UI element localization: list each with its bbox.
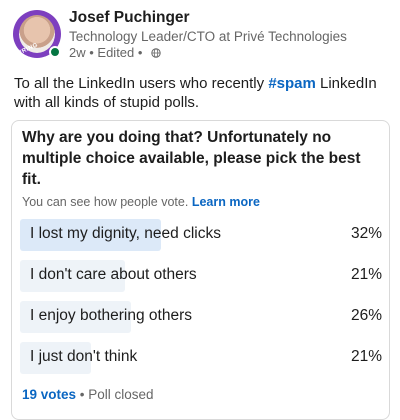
poll-option[interactable]: I lost my dignity, need clicks 32%: [20, 219, 382, 251]
poll-option-label: I lost my dignity, need clicks: [30, 225, 221, 242]
poll-option-percent: 26%: [350, 307, 382, 324]
globe-icon: [151, 47, 161, 58]
post-timestamp: 2w: [69, 45, 86, 60]
poll-visibility-note: You can see how people vote. Learn more: [22, 195, 260, 209]
post-header: HIRING Josef Puchinger Technology Leader…: [0, 0, 400, 70]
author-name[interactable]: Josef Puchinger: [69, 9, 190, 27]
poll-option[interactable]: I don't care about others 21%: [20, 260, 382, 292]
author-headline: Technology Leader/CTO at Privé Technolog…: [69, 29, 347, 44]
poll-option[interactable]: I enjoy bothering others 26%: [20, 301, 382, 333]
hashtag-link[interactable]: #spam: [268, 75, 316, 92]
poll-option-percent: 21%: [350, 348, 382, 365]
poll-option[interactable]: I just don't think 21%: [20, 342, 382, 374]
visibility-text: You can see how people vote.: [22, 195, 192, 209]
poll-option-percent: 32%: [350, 225, 382, 242]
poll-option-percent: 21%: [350, 266, 382, 283]
meta-separator: •: [85, 45, 98, 60]
online-status-icon: [49, 46, 61, 58]
poll-option-label: I don't care about others: [30, 266, 197, 283]
poll-card: Why are you doing that? Unfortunately no…: [11, 120, 390, 420]
poll-question: Why are you doing that? Unfortunately no…: [22, 129, 361, 188]
poll-option-label: I just don't think: [30, 348, 138, 365]
meta-separator: •: [134, 45, 147, 60]
poll-option-label: I enjoy bothering others: [30, 307, 192, 324]
post-meta: 2w • Edited •: [69, 45, 161, 60]
post-text-start: To all the LinkedIn users who recently: [14, 75, 269, 92]
post-text: To all the LinkedIn users who recently #…: [14, 74, 394, 112]
edited-label: Edited: [97, 45, 135, 60]
learn-more-link[interactable]: Learn more: [192, 195, 260, 209]
